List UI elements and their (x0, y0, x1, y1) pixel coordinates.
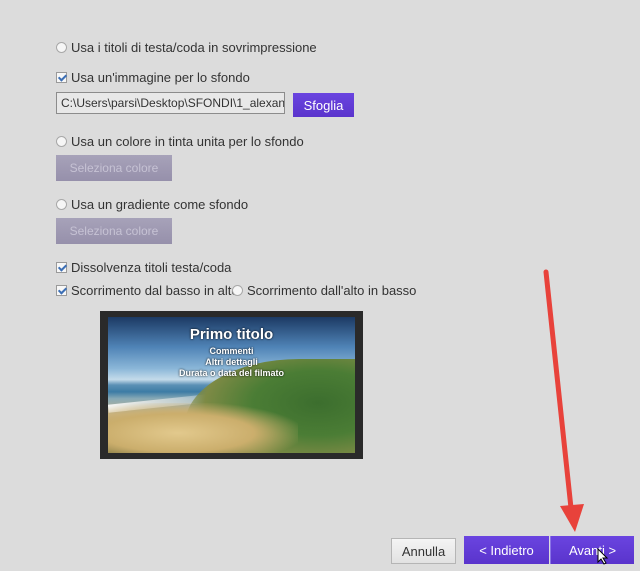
mouse-cursor-icon (597, 548, 609, 565)
annotation-arrow-icon (543, 269, 584, 532)
